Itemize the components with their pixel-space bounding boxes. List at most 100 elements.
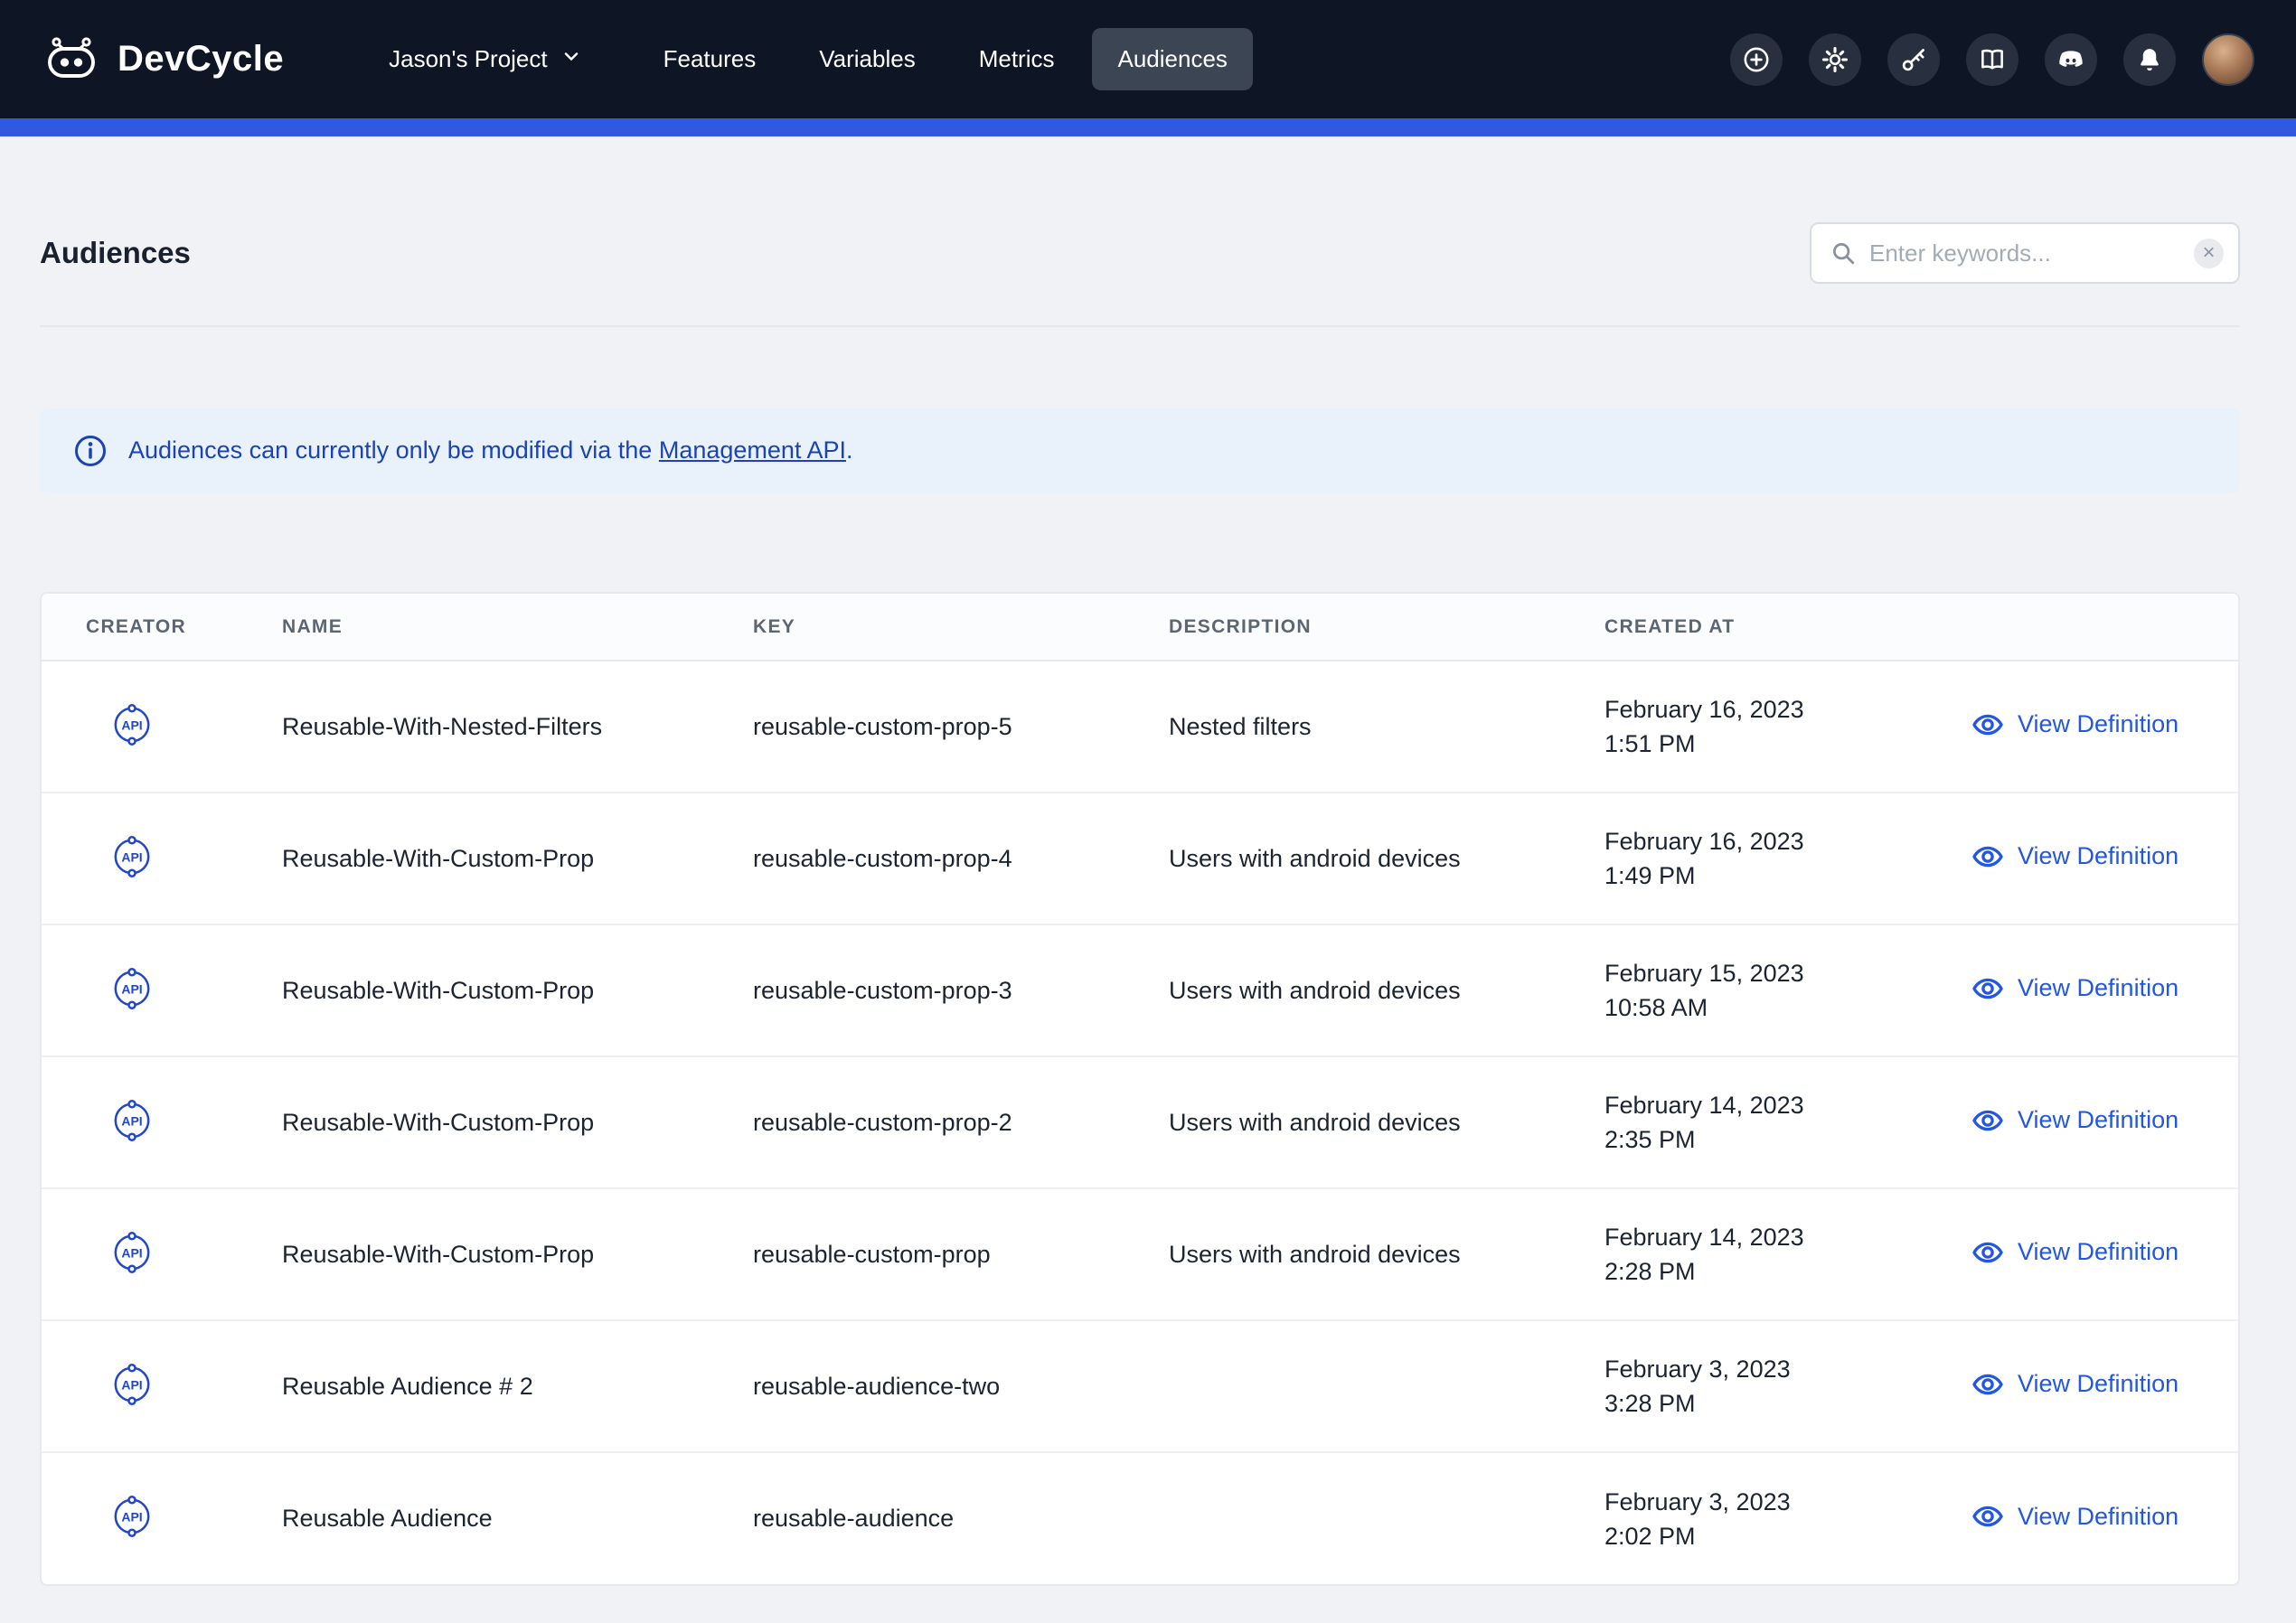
created-date: February 15, 2023 (1604, 956, 1921, 990)
table-row: API Reusable-With-Custom-Prop reusable-c… (42, 1056, 2240, 1188)
svg-text:API: API (121, 1113, 142, 1128)
bell-icon (2134, 44, 2165, 75)
view-definition-link[interactable]: View Definition (1971, 1104, 2178, 1137)
view-definition-link[interactable]: View Definition (1971, 708, 2178, 741)
plus-circle-icon (1741, 44, 1772, 75)
top-navbar: DevCycle Jason's Project Features Variab… (0, 0, 2296, 118)
discord-button[interactable] (2045, 33, 2097, 86)
table-row: API Reusable-With-Custom-Prop reusable-c… (42, 793, 2240, 924)
chevron-down-icon (560, 45, 582, 73)
view-definition-link[interactable]: View Definition (1971, 972, 2178, 1005)
audience-description: Users with android devices (1169, 1109, 1590, 1137)
search-box[interactable]: × (1810, 222, 2240, 284)
eye-icon (1971, 708, 2004, 741)
audience-key: reusable-custom-prop-3 (753, 977, 1154, 1005)
audience-key: reusable-audience-two (753, 1373, 1154, 1401)
created-time: 1:51 PM (1604, 727, 1921, 761)
management-api-link[interactable]: Management API (659, 436, 846, 464)
api-creator-icon: API (107, 699, 157, 750)
header-divider (40, 325, 2240, 327)
api-creator-icon: API (107, 831, 157, 882)
notifications-button[interactable] (2123, 33, 2176, 86)
audience-key: reusable-custom-prop (753, 1241, 1154, 1269)
svg-text:API: API (121, 1509, 142, 1524)
nav-item-audiences[interactable]: Audiences (1092, 28, 1252, 90)
navbar-actions (1730, 33, 2254, 86)
table-row: API Reusable Audience # 2 reusable-audie… (42, 1320, 2240, 1452)
created-time: 10:58 AM (1604, 990, 1921, 1025)
column-header-actions (1935, 594, 2240, 661)
info-icon (72, 433, 108, 469)
eye-icon (1971, 972, 2004, 1005)
docs-button[interactable] (1966, 33, 2018, 86)
table-row: API Reusable-With-Custom-Prop reusable-c… (42, 924, 2240, 1056)
audience-name: Reusable Audience (282, 1505, 739, 1533)
table-row: API Reusable-With-Custom-Prop reusable-c… (42, 1188, 2240, 1320)
info-banner: Audiences can currently only be modified… (40, 408, 2240, 493)
brand[interactable]: DevCycle (42, 35, 284, 84)
created-time: 3:28 PM (1604, 1386, 1921, 1421)
svg-text:API: API (121, 981, 142, 996)
api-creator-icon: API (107, 963, 157, 1014)
api-creator-icon: API (107, 1491, 157, 1542)
nav-item-features[interactable]: Features (638, 28, 782, 90)
created-time: 1:49 PM (1604, 858, 1921, 893)
table-header-row: CREATOR NAME KEY DESCRIPTION CREATED AT (42, 594, 2240, 661)
clear-search-icon[interactable]: × (2194, 239, 2224, 268)
created-time: 2:35 PM (1604, 1122, 1921, 1157)
api-creator-icon: API (107, 1359, 157, 1410)
created-time: 2:28 PM (1604, 1254, 1921, 1289)
svg-text:API: API (121, 1377, 142, 1392)
create-button[interactable] (1730, 33, 1783, 86)
created-date: February 14, 2023 (1604, 1088, 1921, 1122)
column-header-created-at: CREATED AT (1604, 594, 1935, 661)
audience-key: reusable-custom-prop-5 (753, 713, 1154, 741)
column-header-description: DESCRIPTION (1169, 594, 1604, 661)
user-avatar[interactable] (2202, 33, 2254, 86)
created-date: February 3, 2023 (1604, 1485, 1921, 1519)
view-definition-link[interactable]: View Definition (1971, 1368, 2178, 1401)
table-row: API Reusable-With-Nested-Filters reusabl… (42, 661, 2240, 793)
accent-bar (0, 118, 2296, 136)
project-selector[interactable]: Jason's Project (389, 45, 582, 73)
column-header-name: NAME (282, 594, 753, 661)
api-creator-icon: API (107, 1095, 157, 1146)
audience-description: Users with android devices (1169, 977, 1590, 1005)
eye-icon (1971, 1104, 2004, 1137)
eye-icon (1971, 1500, 2004, 1533)
search-input[interactable] (1869, 239, 2181, 267)
audience-description: Users with android devices (1169, 1241, 1590, 1269)
search-icon (1830, 239, 1857, 267)
audience-description: Users with android devices (1169, 845, 1590, 873)
main-nav: Features Variables Metrics Audiences (638, 28, 1253, 90)
audience-key: reusable-custom-prop-2 (753, 1109, 1154, 1137)
devcycle-logo-icon (42, 35, 101, 84)
audience-name: Reusable-With-Custom-Prop (282, 1109, 739, 1137)
api-keys-button[interactable] (1887, 33, 1940, 86)
nav-item-metrics[interactable]: Metrics (954, 28, 1080, 90)
created-date: February 16, 2023 (1604, 824, 1921, 858)
audience-name: Reusable Audience # 2 (282, 1373, 739, 1401)
audience-name: Reusable-With-Custom-Prop (282, 977, 739, 1005)
nav-item-variables[interactable]: Variables (794, 28, 940, 90)
view-definition-link[interactable]: View Definition (1971, 1500, 2178, 1533)
main-content: Audiences × Audiences can currently only… (0, 222, 2296, 1586)
audiences-table: CREATOR NAME KEY DESCRIPTION CREATED AT … (40, 592, 2240, 1586)
view-definition-link[interactable]: View Definition (1971, 1236, 2178, 1269)
audience-key: reusable-custom-prop-4 (753, 845, 1154, 873)
settings-button[interactable] (1809, 33, 1861, 86)
gear-icon (1820, 44, 1850, 75)
audience-name: Reusable-With-Custom-Prop (282, 845, 739, 873)
brand-name: DevCycle (118, 39, 284, 80)
created-time: 2:02 PM (1604, 1519, 1921, 1553)
column-header-creator: CREATOR (42, 594, 282, 661)
table-body: API Reusable-With-Nested-Filters reusabl… (42, 661, 2240, 1584)
column-header-key: KEY (753, 594, 1169, 661)
api-creator-icon: API (107, 1227, 157, 1278)
created-date: February 14, 2023 (1604, 1220, 1921, 1254)
view-definition-link[interactable]: View Definition (1971, 840, 2178, 873)
book-icon (1977, 44, 2008, 75)
created-date: February 16, 2023 (1604, 692, 1921, 727)
eye-icon (1971, 1236, 2004, 1269)
audience-name: Reusable-With-Nested-Filters (282, 713, 739, 741)
